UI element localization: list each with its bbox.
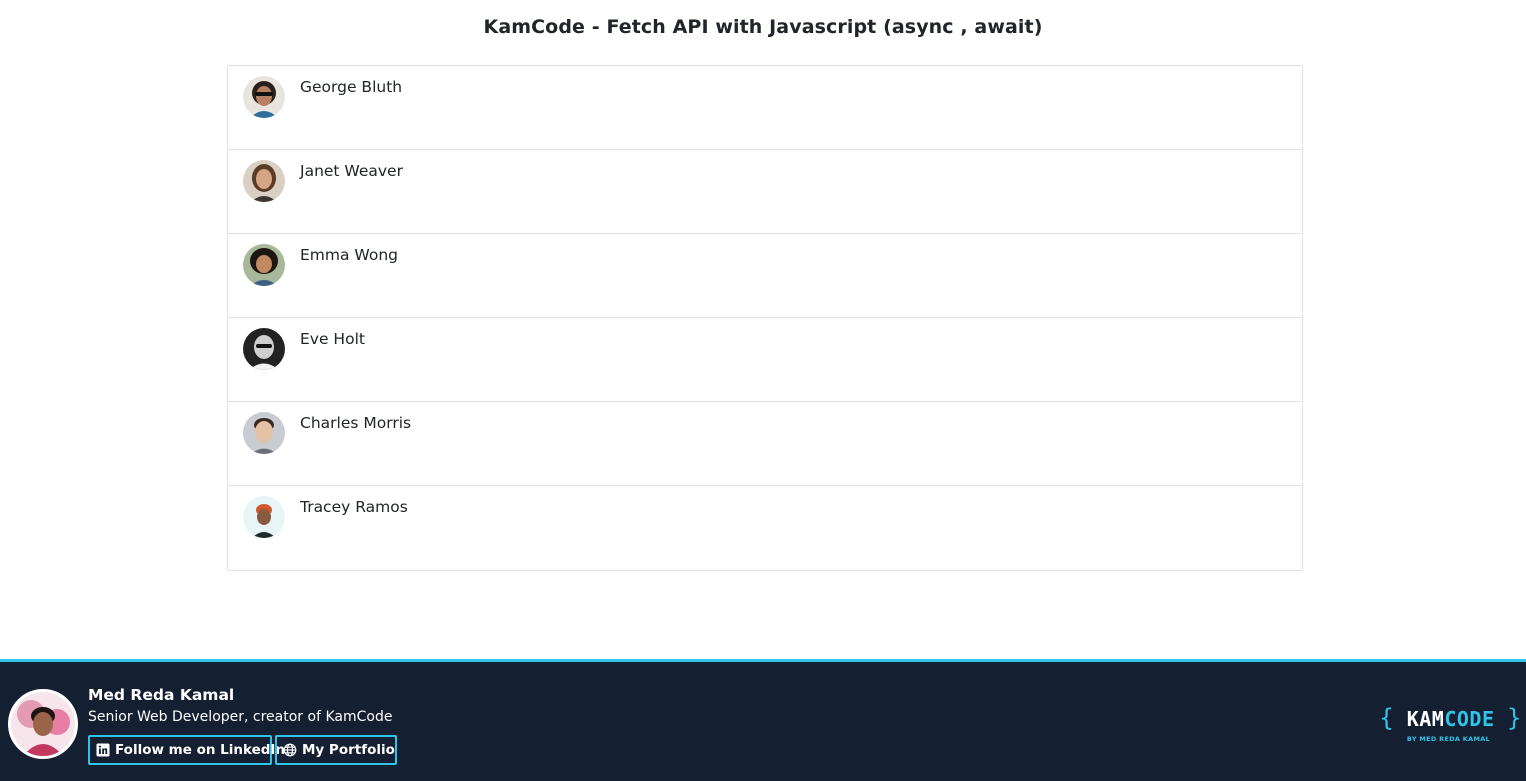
avatar: [243, 328, 285, 370]
user-name: Charles Morris: [300, 414, 412, 432]
user-name: George Bluth: [300, 78, 403, 96]
portfolio-button-label: My Portfolio: [302, 742, 395, 758]
linkedin-icon: [96, 743, 110, 757]
page: KamCode - Fetch API with Javascript (asy…: [0, 0, 1526, 781]
avatar: [243, 160, 285, 202]
author-name: Med Reda Kamal: [88, 686, 235, 704]
brand-tagline: BY MED REDA KAMAL: [1406, 735, 1490, 743]
user-name: Tracey Ramos: [300, 498, 408, 516]
list-item: Eve Holt: [228, 318, 1302, 402]
user-name: Janet Weaver: [300, 162, 403, 180]
list-item: Charles Morris: [228, 402, 1302, 486]
avatar: [243, 496, 285, 538]
brand-wordmark: { KAMCODE }: [1379, 704, 1522, 732]
portfolio-button[interactable]: My Portfolio: [275, 735, 397, 765]
list-item: Tracey Ramos: [228, 486, 1302, 570]
globe-icon: [283, 743, 297, 757]
kamcode-logo: { KAMCODE } BY MED REDA KAMAL: [1379, 704, 1522, 744]
list-item: Emma Wong: [228, 234, 1302, 318]
user-name: Emma Wong: [300, 246, 398, 264]
list-item: Janet Weaver: [228, 150, 1302, 234]
linkedin-button-label: Follow me on LinkedIn: [115, 742, 286, 758]
page-title: KamCode - Fetch API with Javascript (asy…: [483, 16, 1043, 38]
author-role: Senior Web Developer, creator of KamCode: [88, 709, 393, 725]
user-name: Eve Holt: [300, 330, 365, 348]
list-item: George Bluth: [228, 66, 1302, 150]
user-list: George Bluth Janet Weaver Emma Wong Eve …: [227, 65, 1303, 571]
avatar: [243, 412, 285, 454]
avatar: [243, 244, 285, 286]
author-avatar: [8, 689, 78, 759]
avatar: [243, 76, 285, 118]
footer: Med Reda Kamal Senior Web Developer, cre…: [0, 659, 1526, 781]
linkedin-button[interactable]: Follow me on LinkedIn: [88, 735, 285, 765]
